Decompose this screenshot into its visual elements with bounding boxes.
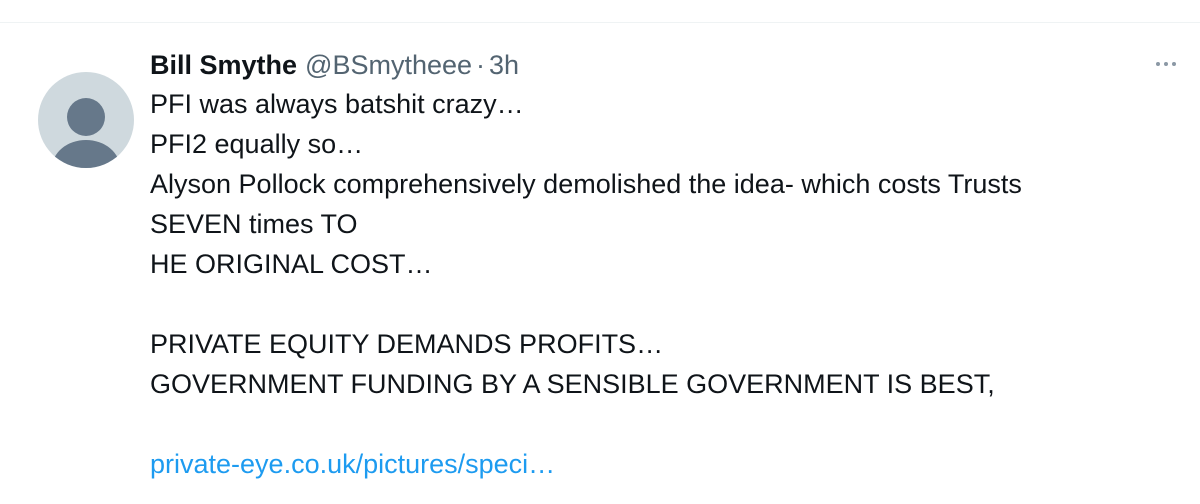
- tweet-text-line: HE ORIGINAL COST…: [150, 249, 433, 279]
- default-avatar-icon[interactable]: [38, 72, 134, 168]
- tweet-link[interactable]: private-eye.co.uk/pictures/speci…: [150, 449, 555, 479]
- tweet-text-line: PFI was always batshit crazy…: [150, 89, 524, 119]
- tweet-text-line: PFI2 equally so…: [150, 129, 364, 159]
- tweet-header: Bill Smythe @BSmytheee · 3h: [150, 47, 519, 83]
- tweet-text: PFI was always batshit crazy… PFI2 equal…: [150, 84, 1180, 484]
- tweet-text-line: Alyson Pollock comprehensively demolishe…: [150, 169, 1022, 199]
- more-dot: [1156, 62, 1160, 66]
- avatar-head-shape: [67, 98, 105, 136]
- avatar-shoulders-shape: [52, 140, 120, 168]
- more-options-icon[interactable]: [1146, 49, 1186, 79]
- more-dot: [1164, 62, 1168, 66]
- header-separator: ·: [476, 50, 486, 80]
- tweet-link-line: private-eye.co.uk/pictures/speci…: [150, 444, 1180, 484]
- tweet-text-line: PRIVATE EQUITY DEMANDS PROFITS…: [150, 329, 664, 359]
- more-dot: [1172, 62, 1176, 66]
- timeline-frame: Bill Smythe @BSmytheee · 3h PFI was always …: [0, 0, 1200, 504]
- tweet-timestamp[interactable]: 3h: [489, 50, 519, 80]
- author-handle[interactable]: @BSmytheee: [305, 50, 472, 80]
- tweet[interactable]: Bill Smythe @BSmytheee · 3h PFI was always …: [0, 23, 1200, 504]
- previous-tweet-edge: [0, 0, 1200, 23]
- tweet-text-line: GOVERNMENT FUNDING BY A SENSIBLE GOVERNM…: [150, 369, 995, 399]
- author-name[interactable]: Bill Smythe: [150, 50, 297, 80]
- tweet-text-line: SEVEN times TO: [150, 209, 358, 239]
